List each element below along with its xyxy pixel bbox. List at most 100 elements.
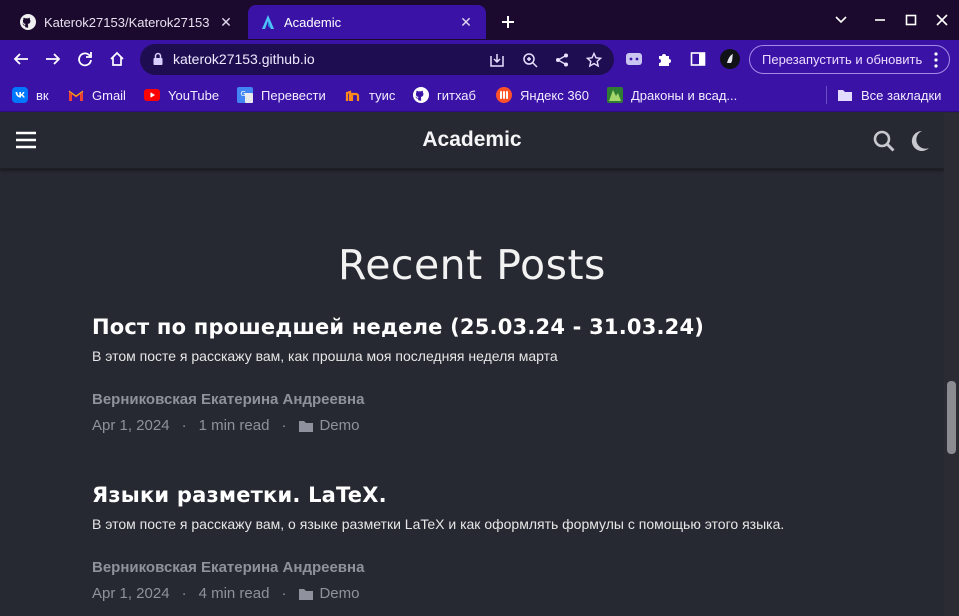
bookmark-tuis[interactable]: туис	[345, 86, 395, 104]
bookmarks-divider	[826, 86, 827, 104]
bookmark-translate[interactable]: G Перевести	[237, 86, 326, 104]
bookmark-youtube-label: YouTube	[168, 87, 220, 103]
site-navbar: Academic	[0, 113, 944, 169]
youtube-icon	[144, 87, 160, 103]
minimize-icon	[875, 19, 885, 21]
meta-separator: ·	[281, 585, 287, 602]
post-item: Языки разметки. LaTeX. В этом посте я ра…	[92, 483, 912, 602]
bookmark-github-label: гитхаб	[437, 87, 476, 103]
zoom-icon[interactable]	[519, 49, 541, 71]
recent-posts-heading: Recent Posts	[338, 241, 606, 289]
dragons-icon	[607, 87, 623, 103]
bookmark-gmail[interactable]: Gmail	[68, 86, 126, 104]
post-date: Apr 1, 2024	[92, 417, 170, 434]
tab-strip: Katerok27153/Katerok27153 ✕ Academic ✕	[0, 0, 959, 40]
tab-academic-title: Academic	[284, 14, 342, 30]
side-panel-button[interactable]	[685, 46, 711, 72]
bookmark-yandex360-label: Яндекс 360	[520, 87, 590, 103]
folder-icon	[299, 420, 314, 432]
post-read-time: 1 min read	[198, 417, 270, 434]
extensions-button[interactable]	[652, 46, 678, 72]
bookmark-translate-label: Перевести	[261, 87, 326, 103]
more-vert-icon[interactable]	[931, 51, 941, 69]
maximize-button[interactable]	[897, 8, 925, 32]
address-bar[interactable]: katerok27153.github.io	[140, 44, 614, 75]
relaunch-update-label: Перезапустить и обновить	[762, 52, 923, 67]
tuis-icon	[345, 87, 361, 103]
post-meta: Apr 1, 2024 · 1 min read · Demo	[92, 417, 912, 434]
post-author[interactable]: Верниковская Екатерина Андреевна	[92, 391, 912, 408]
all-bookmarks[interactable]: Все закладки	[837, 86, 941, 104]
svg-text:G: G	[241, 90, 246, 98]
post-item: Пост по прошедшей неделе (25.03.24 - 31.…	[92, 315, 912, 434]
post-summary: В этом посте я расскажу вам, как прошла …	[92, 348, 558, 364]
tab-github[interactable]: Katerok27153/Katerok27153 ✕	[8, 5, 246, 39]
scrollbar-thumb[interactable]	[947, 381, 956, 454]
meta-separator: ·	[181, 585, 187, 602]
url-text[interactable]: katerok27153.github.io	[173, 51, 315, 67]
close-icon	[936, 14, 948, 26]
bookmark-vk-label: вк	[36, 87, 49, 103]
bookmark-youtube[interactable]: YouTube	[144, 86, 219, 104]
close-icon[interactable]: ✕	[216, 12, 236, 32]
bookmarks-bar: вк Gmail YouTube G Перевести туис гитхаб…	[0, 78, 959, 112]
arrow-right-icon	[46, 53, 61, 65]
bookmark-dragons-label: Драконы и всад...	[631, 87, 738, 103]
bookmark-yandex360[interactable]: Яндекс 360	[496, 86, 589, 104]
puzzle-icon	[659, 54, 671, 66]
arrow-left-icon	[13, 53, 28, 65]
folder-icon	[837, 87, 853, 103]
search-icon[interactable]	[872, 129, 896, 153]
plus-icon	[502, 16, 514, 28]
academic-logo-icon	[260, 14, 276, 30]
post-summary: В этом посте я расскажу вам, о языке раз…	[92, 516, 785, 532]
post-author[interactable]: Верниковская Екатерина Андреевна	[92, 559, 912, 576]
meta-separator: ·	[181, 417, 187, 434]
post-category[interactable]: Demo	[319, 585, 359, 602]
gmail-icon	[68, 87, 84, 103]
bookmark-star-icon[interactable]	[583, 49, 605, 71]
reload-button[interactable]	[72, 46, 98, 72]
post-category[interactable]: Demo	[319, 417, 359, 434]
close-icon[interactable]: ✕	[456, 12, 476, 32]
vk-icon	[12, 87, 28, 103]
translate-icon: G	[237, 87, 253, 103]
extension-button[interactable]	[621, 46, 647, 72]
post-date: Apr 1, 2024	[92, 585, 170, 602]
all-bookmarks-label: Все закладки	[861, 87, 942, 103]
forward-button[interactable]	[40, 46, 66, 72]
dark-mode-moon-icon[interactable]	[907, 129, 931, 153]
back-button[interactable]	[8, 46, 34, 72]
tab-github-title: Katerok27153/Katerok27153	[44, 14, 210, 30]
share-icon[interactable]	[551, 49, 573, 71]
lock-icon[interactable]	[151, 52, 165, 66]
bookmark-github[interactable]: гитхаб	[413, 86, 476, 104]
relaunch-update-button[interactable]: Перезапустить и обновить	[749, 45, 950, 74]
post-meta: Apr 1, 2024 · 4 min read · Demo	[92, 585, 912, 602]
post-read-time: 4 min read	[198, 585, 270, 602]
bookmark-vk[interactable]: вк	[12, 86, 49, 104]
tab-academic[interactable]: Academic ✕	[248, 5, 486, 39]
post-title[interactable]: Языки разметки. LaTeX.	[92, 483, 912, 507]
install-app-icon[interactable]	[486, 49, 508, 71]
home-button[interactable]	[104, 46, 130, 72]
chevron-down-icon	[835, 16, 847, 24]
bookmark-dragons[interactable]: Драконы и всад...	[607, 86, 737, 104]
post-title[interactable]: Пост по прошедшей неделе (25.03.24 - 31.…	[92, 315, 912, 339]
site-brand[interactable]: Academic	[0, 128, 944, 152]
side-panel-icon	[690, 52, 706, 66]
page-viewport: Academic Recent Posts Пост по прошедшей …	[0, 113, 944, 616]
github-icon	[20, 14, 36, 30]
minimize-button[interactable]	[866, 8, 894, 32]
avatar-icon	[720, 49, 740, 69]
extension-cat-icon	[626, 53, 642, 65]
meta-separator: ·	[281, 417, 287, 434]
tab-search-button[interactable]	[827, 8, 855, 32]
window-close-button[interactable]	[928, 8, 956, 32]
profile-avatar[interactable]	[717, 46, 743, 72]
page-scrollbar[interactable]	[944, 113, 959, 616]
reload-icon	[78, 52, 92, 67]
new-tab-button[interactable]	[496, 10, 520, 34]
bookmark-gmail-label: Gmail	[92, 87, 126, 103]
yandex360-icon	[496, 87, 512, 103]
